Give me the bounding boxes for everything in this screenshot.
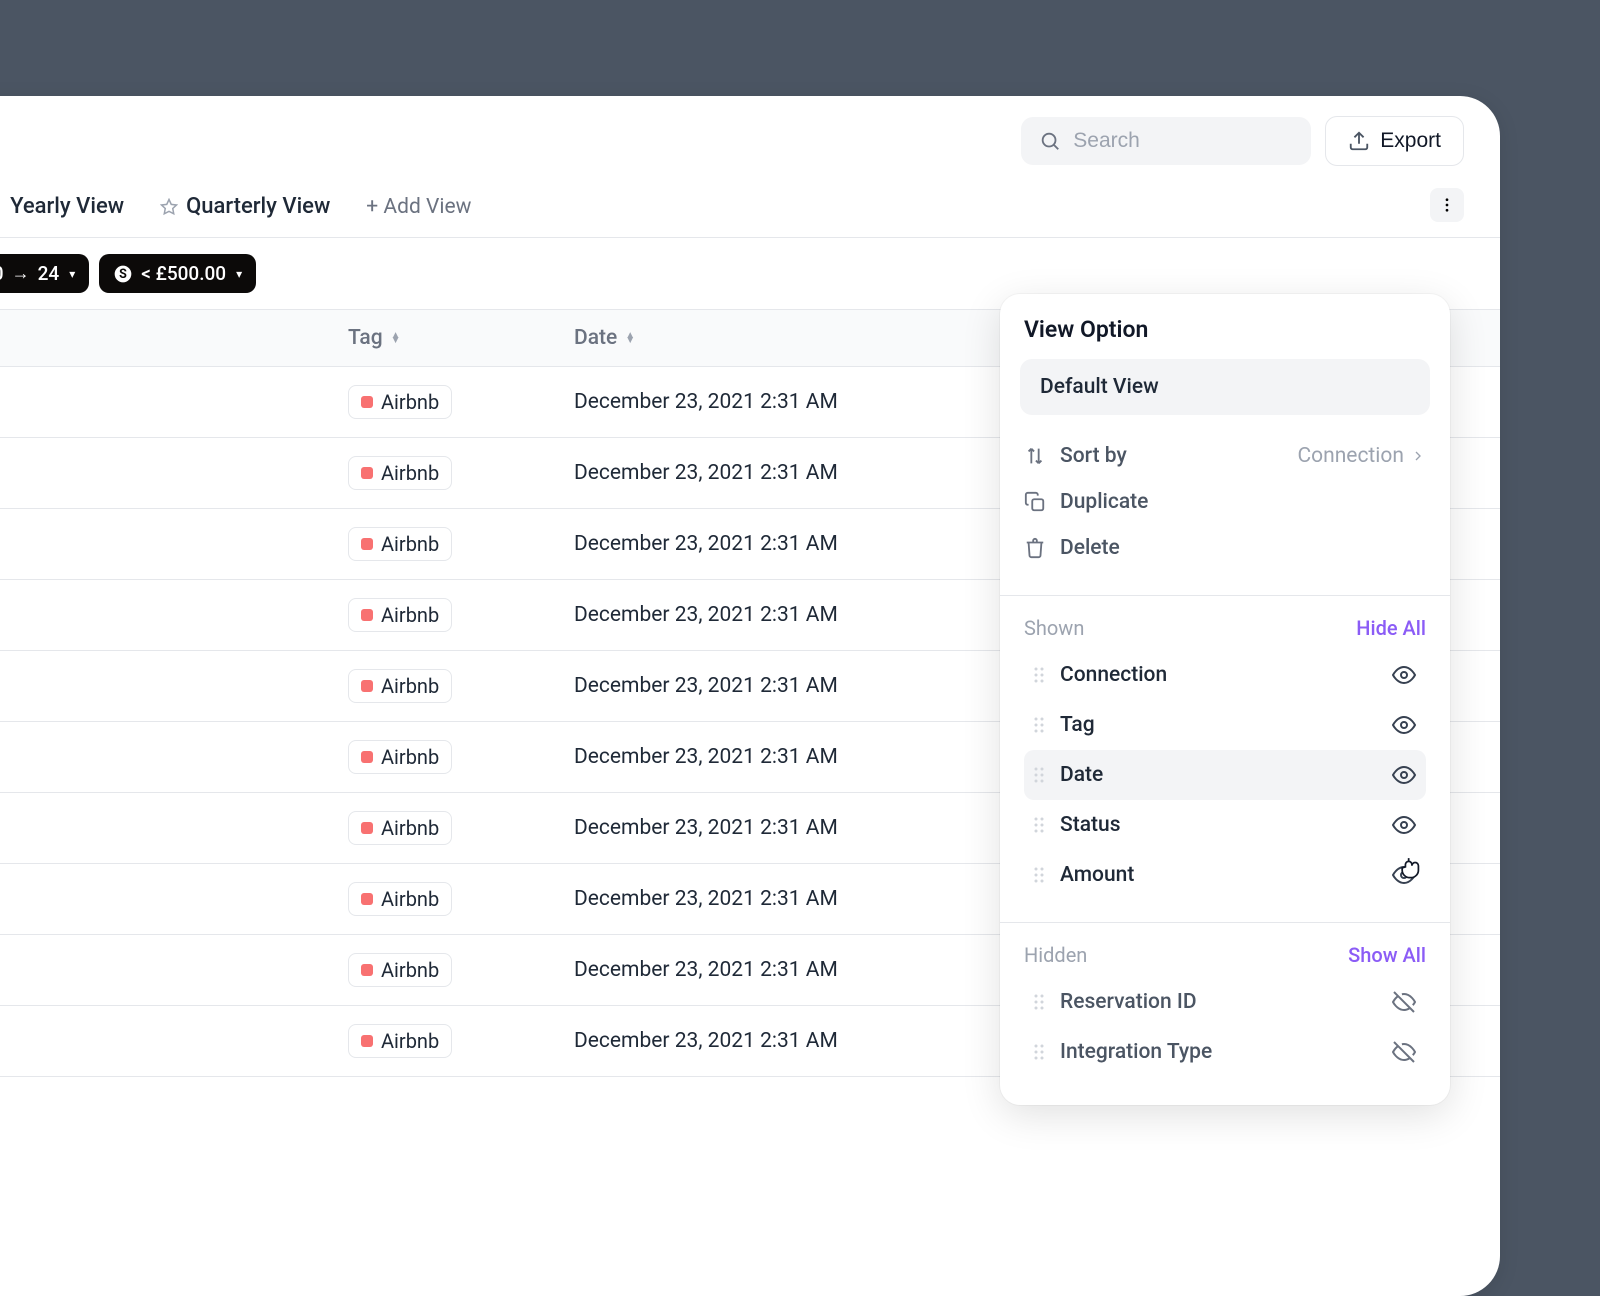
tag-color-dot [361, 609, 373, 621]
tabs-row: ew Yearly View Quarterly View + Add View [0, 166, 1500, 238]
date-cell: December 23, 2021 2:31 AM [574, 1029, 838, 1053]
tag-color-dot [361, 964, 373, 976]
export-label: Export [1380, 129, 1441, 153]
shown-column-connection[interactable]: Connection [1024, 650, 1426, 700]
star-icon [160, 198, 178, 216]
date-cell: December 23, 2021 2:31 AM [574, 532, 838, 556]
filter-date-range[interactable]: 20 → 24 ▾ [0, 254, 89, 293]
hide-all-button[interactable]: Hide All [1356, 616, 1426, 640]
upload-icon [1348, 130, 1370, 152]
tag-color-dot [361, 680, 373, 692]
tag-color-dot [361, 396, 373, 408]
hidden-columns-section: Hidden Show All Reservation ID Integrati… [1000, 922, 1450, 1077]
duplicate-action[interactable]: Duplicate [1024, 479, 1426, 525]
search-box[interactable] [1021, 117, 1311, 165]
column-header-date[interactable]: Date ▲▼ [574, 326, 635, 350]
currency-icon: S [113, 264, 133, 284]
arrow-right-icon: → [12, 263, 30, 284]
view-option-popover: View Option Default View Sort by Connect… [1000, 294, 1450, 1105]
popover-title: View Option [1000, 316, 1450, 359]
sort-by-action[interactable]: Sort by Connection [1024, 433, 1426, 479]
tag-badge[interactable]: Airbnb [348, 882, 452, 916]
shown-column-date[interactable]: Date [1024, 750, 1426, 800]
svg-text:S: S [119, 267, 127, 282]
tag-color-dot [361, 893, 373, 905]
visibility-toggle[interactable] [1390, 711, 1418, 739]
tag-color-dot [361, 822, 373, 834]
date-cell: December 23, 2021 2:31 AM [574, 603, 838, 627]
default-view-option[interactable]: Default View [1020, 359, 1430, 415]
visibility-toggle[interactable] [1390, 761, 1418, 789]
sort-by-value: Connection [1297, 444, 1426, 468]
drag-handle-icon[interactable] [1032, 815, 1046, 835]
show-all-button[interactable]: Show All [1348, 943, 1426, 967]
hidden-title: Hidden [1024, 943, 1087, 967]
drag-handle-icon[interactable] [1032, 665, 1046, 685]
column-header-tag[interactable]: Tag ▲▼ [348, 326, 574, 350]
tag-badge[interactable]: Airbnb [348, 953, 452, 987]
shown-column-amount[interactable]: Amount [1024, 850, 1426, 900]
date-cell: December 23, 2021 2:31 AM [574, 461, 838, 485]
date-cell: December 23, 2021 2:31 AM [574, 887, 838, 911]
hidden-column-reservation-id[interactable]: Reservation ID [1024, 977, 1426, 1027]
filter-amount[interactable]: S < £500.00 ▾ [99, 254, 256, 293]
duplicate-icon [1024, 491, 1046, 513]
add-view-button[interactable]: + Add View [366, 195, 471, 237]
sort-icon [1024, 445, 1046, 467]
tag-badge[interactable]: Airbnb [348, 811, 452, 845]
tab-yearly-view[interactable]: Yearly View [10, 194, 124, 237]
more-menu-button[interactable] [1430, 188, 1464, 222]
search-input[interactable] [1073, 129, 1293, 153]
tag-badge[interactable]: Airbnb [348, 669, 452, 703]
tag-badge[interactable]: Airbnb [348, 598, 452, 632]
tag-badge[interactable]: Airbnb [348, 385, 452, 419]
tag-color-dot [361, 467, 373, 479]
caret-down-icon: ▾ [69, 267, 75, 281]
visibility-toggle[interactable] [1390, 861, 1418, 889]
visibility-toggle[interactable] [1390, 661, 1418, 689]
drag-handle-icon[interactable] [1032, 1042, 1046, 1062]
search-icon [1039, 130, 1061, 152]
tag-color-dot [361, 538, 373, 550]
tag-badge[interactable]: Airbnb [348, 527, 452, 561]
tag-badge[interactable]: Airbnb [348, 1024, 452, 1058]
chevron-right-icon [1410, 448, 1426, 464]
visibility-toggle[interactable] [1390, 811, 1418, 839]
sort-indicator-icon: ▲▼ [391, 333, 401, 343]
top-bar: Export [0, 96, 1500, 166]
drag-handle-icon[interactable] [1032, 992, 1046, 1012]
shown-column-status[interactable]: Status [1024, 800, 1426, 850]
date-cell: December 23, 2021 2:31 AM [574, 816, 838, 840]
visibility-toggle[interactable] [1390, 1038, 1418, 1066]
tab-quarterly-view[interactable]: Quarterly View [160, 194, 330, 237]
visibility-toggle[interactable] [1390, 988, 1418, 1016]
shown-title: Shown [1024, 616, 1084, 640]
date-cell: December 23, 2021 2:31 AM [574, 390, 838, 414]
shown-columns-section: Shown Hide All Connection Tag Date [1000, 596, 1450, 900]
tag-color-dot [361, 1035, 373, 1047]
sort-indicator-icon: ▲▼ [625, 333, 635, 343]
date-cell: December 23, 2021 2:31 AM [574, 674, 838, 698]
hidden-column-integration-type[interactable]: Integration Type [1024, 1027, 1426, 1077]
caret-down-icon: ▾ [236, 267, 242, 281]
drag-handle-icon[interactable] [1032, 765, 1046, 785]
shown-column-tag[interactable]: Tag [1024, 700, 1426, 750]
trash-icon [1024, 537, 1046, 559]
tag-badge[interactable]: Airbnb [348, 456, 452, 490]
date-cell: December 23, 2021 2:31 AM [574, 958, 838, 982]
view-actions: Sort by Connection Duplicate Delete [1000, 415, 1450, 596]
date-cell: December 23, 2021 2:31 AM [574, 745, 838, 769]
tag-badge[interactable]: Airbnb [348, 740, 452, 774]
drag-handle-icon[interactable] [1032, 865, 1046, 885]
tag-color-dot [361, 751, 373, 763]
export-button[interactable]: Export [1325, 116, 1464, 166]
drag-handle-icon[interactable] [1032, 715, 1046, 735]
delete-action[interactable]: Delete [1024, 525, 1426, 571]
dots-vertical-icon [1438, 196, 1456, 214]
